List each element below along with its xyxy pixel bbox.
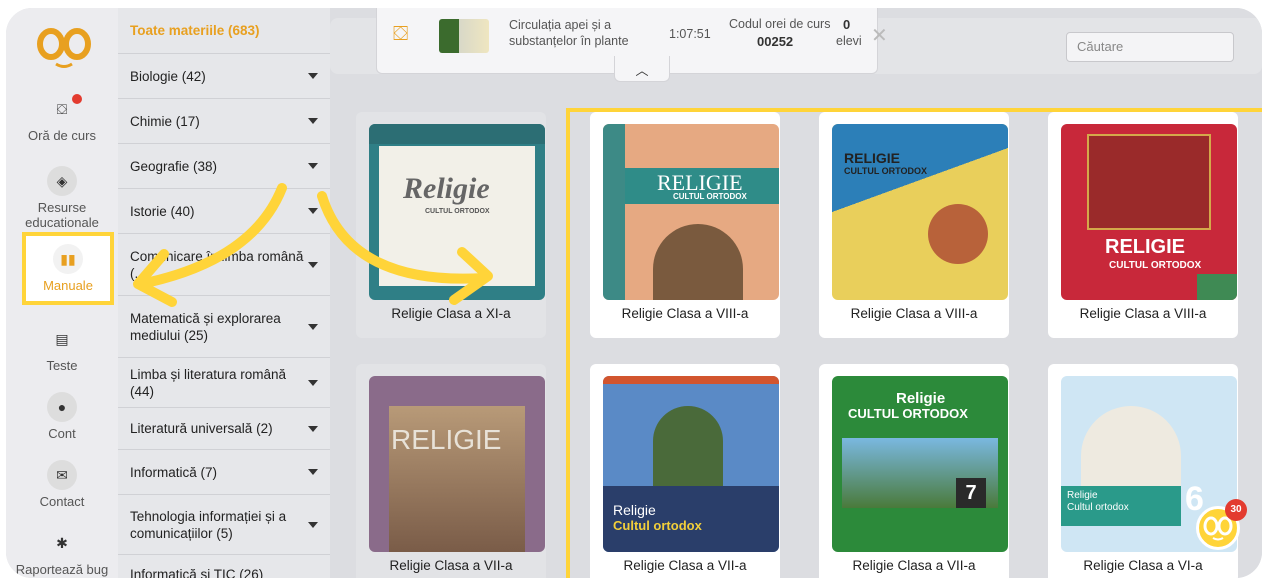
cube-icon: ◈ [47, 166, 77, 196]
chevron-down-icon [308, 261, 318, 268]
chevron-down-icon [308, 73, 318, 79]
category-label: Informatică (7) [130, 464, 218, 480]
nav-contact[interactable]: ✉ Contact [6, 460, 118, 509]
lesson-code-label: Codul orei de curs [729, 17, 831, 31]
category-label: Biologie (42) [130, 68, 206, 84]
nav-rail: ⛋ Oră de curs ◈ Resurse educationale ▮▮ … [6, 8, 118, 578]
category-item[interactable]: Tehnologia informației și a comunicațiil… [118, 495, 330, 555]
category-label: Limba și literatura română (44) [130, 366, 287, 399]
chevron-down-icon [308, 469, 318, 475]
book-caption: Religie Clasa a VII-a [389, 558, 513, 573]
chevron-up-icon: ︿ [635, 63, 649, 78]
cover-subtitle: CULTUL ORTODOX [425, 208, 490, 215]
chalkboard-icon[interactable]: ⛋ [393, 23, 408, 46]
nav-label: Raportează bug [15, 562, 109, 577]
envelope-icon: ✉ [47, 460, 77, 490]
nav-label: Teste [46, 358, 78, 373]
app-window: ⛋ Oră de curs ◈ Resurse educationale ▮▮ … [6, 8, 1262, 578]
nav-resurse[interactable]: ◈ Resurse educationale [6, 166, 118, 230]
chevron-down-icon [308, 208, 318, 214]
assistant-bubble[interactable]: 30 [1196, 499, 1247, 550]
cover-title: Religie [403, 172, 490, 205]
chevron-down-icon [308, 323, 318, 330]
nav-manuale[interactable]: ▮▮ Manuale [22, 232, 114, 305]
category-label: Comunicare în limba română (... [130, 248, 304, 281]
main-content: Căutare ⛋ Circulația apei și a substanțe… [330, 8, 1262, 578]
document-icon: ▤ [55, 330, 69, 347]
category-item[interactable]: Informatică și TIC (26) [118, 555, 330, 578]
category-label: Geografie (38) [130, 158, 218, 174]
category-item[interactable]: Chimie (17) [118, 99, 330, 144]
lesson-title: Circulația apei și a substanțelor în pla… [509, 18, 629, 48]
category-item[interactable]: Literatură universală (2) [118, 408, 330, 450]
category-item[interactable]: Comunicare în limba română (... [118, 234, 330, 296]
bug-icon: ✱ [56, 534, 68, 551]
lesson-code: 00252 [757, 34, 794, 49]
lesson-thumbnail [439, 19, 489, 53]
category-item[interactable]: Limba și literatura română (44) [118, 358, 330, 408]
category-label: Matematică și explorarea mediului (25) [130, 310, 281, 343]
category-item[interactable]: Istorie (40) [118, 189, 330, 234]
nav-label: Contact [39, 494, 85, 509]
category-list: Toate materiile (683) Biologie (42) Chim… [118, 8, 330, 578]
category-label: Informatică și TIC (26) [130, 567, 264, 578]
chalkboard-icon: ⛋ [56, 100, 68, 117]
book-card[interactable]: Religie CULTUL ORTODOX Religie Clasa a X… [356, 112, 546, 338]
category-label: Toate materiile (683) [130, 23, 260, 38]
category-item[interactable]: Biologie (42) [118, 54, 330, 99]
chevron-down-icon [308, 521, 318, 528]
book-card[interactable]: RELIGIE Religie Clasa a VII-a [356, 364, 546, 578]
book-caption: Religie Clasa a XI-a [391, 306, 511, 321]
search-input[interactable]: Căutare [1066, 32, 1234, 62]
book-cover: RELIGIE [369, 376, 545, 552]
category-label: Istorie (40) [130, 203, 195, 219]
nav-teste[interactable]: ▤ Teste [6, 324, 118, 373]
chevron-down-icon [308, 118, 318, 124]
category-label: Literatură universală (2) [130, 421, 273, 436]
logo[interactable] [34, 22, 94, 70]
category-item[interactable]: Toate materiile (683) [118, 8, 330, 54]
nav-label: Manuale [43, 278, 93, 293]
category-item[interactable]: Matematică și explorarea mediului (25) [118, 296, 330, 358]
nav-label: Oră de curs [28, 128, 96, 143]
nav-cont[interactable]: ● Cont [6, 392, 118, 441]
book-icon: ▮▮ [53, 244, 83, 274]
nav-label: Cont [48, 426, 76, 441]
nav-ora-de-curs[interactable]: ⛋ Oră de curs [6, 94, 118, 143]
students-label: elevi [836, 34, 862, 48]
lesson-timer: 1:07:51 [669, 27, 711, 41]
highlight-frame [566, 108, 1262, 578]
chevron-down-icon [308, 425, 318, 432]
chevron-down-icon [308, 379, 318, 386]
category-label: Tehnologia informației și a comunicațiil… [130, 508, 287, 541]
nav-raporteaza-bug[interactable]: ✱ Raportează bug [6, 528, 118, 577]
book-cover: Religie CULTUL ORTODOX [369, 124, 545, 300]
category-item[interactable]: Informatică (7) [118, 450, 330, 495]
cover-title: RELIGIE [391, 424, 502, 455]
notification-count-badge: 30 [1225, 499, 1247, 521]
nav-label: Resurse educationale [25, 200, 99, 230]
close-icon[interactable]: ✕ [871, 23, 888, 48]
students-count: 0 [843, 17, 851, 32]
chevron-down-icon [308, 163, 318, 169]
category-label: Chimie (17) [130, 113, 200, 129]
category-item[interactable]: Geografie (38) [118, 144, 330, 189]
user-icon: ● [47, 392, 77, 422]
collapse-panel-button[interactable]: ︿ [614, 56, 670, 82]
